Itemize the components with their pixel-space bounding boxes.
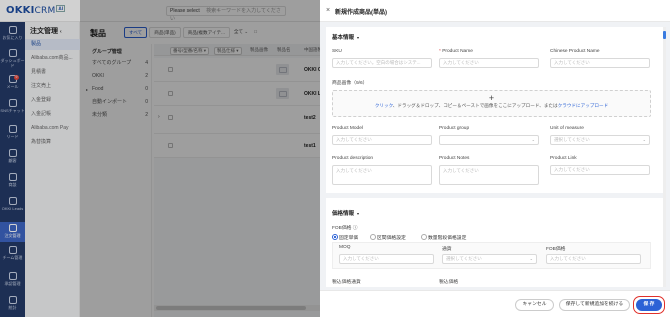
scrollbar-thumb[interactable]	[663, 31, 666, 39]
currency-select[interactable]: 選択してください ⌄	[442, 254, 537, 264]
description-textarea[interactable]: 入力してください	[332, 165, 432, 185]
section-price-info[interactable]: 価格情報 ▾	[332, 209, 359, 217]
link-label: Product Link	[550, 156, 577, 161]
radio-tiered-price[interactable]: 数量階段価格設定	[421, 234, 466, 241]
fob-value-input[interactable]: 入力してください	[546, 254, 641, 264]
drawer-footer: キャンセル 保存して新規追加を続ける 保 存	[320, 290, 670, 317]
chinese-name-label: Chinese Product Name	[550, 49, 600, 54]
plus-icon: +	[488, 93, 495, 103]
chevron-down-icon: ⌄	[529, 256, 533, 261]
fob-price-label: FOB価格 ⓘ	[332, 226, 358, 231]
fob-value-label: FOB価格	[546, 247, 566, 252]
unit-label: Unit of measure	[550, 126, 584, 131]
product-name-input[interactable]: 入力してください	[439, 58, 539, 68]
notes-label: Product Notes	[439, 156, 470, 161]
cloud-upload-link[interactable]: クラウドにアップロード	[558, 103, 609, 108]
new-product-drawer: × 新規作成商品(単品) 基本情報 ▾ SKU 入力してください。空白の場合はシス…	[320, 0, 670, 317]
save-button-highlight	[633, 296, 665, 314]
link-input[interactable]: 入力してください	[550, 165, 650, 175]
moq-input[interactable]: 入力してください	[339, 254, 434, 264]
chinese-name-input[interactable]: 入力してください	[550, 58, 650, 68]
group-label: Product group	[439, 126, 470, 131]
drawer-header: × 新規作成商品(単品)	[320, 0, 670, 22]
radio-fixed-price[interactable]: 固定単価	[332, 234, 358, 241]
group-select[interactable]: ⌄	[439, 135, 539, 145]
section-divider	[326, 193, 664, 198]
sku-label: SKU	[332, 49, 342, 54]
unit-select[interactable]: 選択してください ⌄	[550, 135, 650, 145]
chevron-down-icon: ⌄	[642, 137, 646, 142]
drawer-body: 基本情報 ▾ SKU 入力してください。空白の場合はシステ... * Produc…	[326, 27, 664, 287]
currency-label: 通貨	[442, 247, 452, 252]
description-label: Product description	[332, 156, 374, 161]
upload-click-link[interactable]: クリック	[375, 103, 393, 108]
dim-overlay-nav[interactable]	[0, 0, 80, 317]
chevron-down-icon: ▾	[357, 35, 360, 40]
dim-overlay[interactable]	[80, 0, 320, 317]
image-upload-dropzone[interactable]: + クリック、ドラッグ＆ドロップ、コピー＆ペーストで画像をここにアップロード、ま…	[332, 90, 651, 117]
radio-range-price[interactable]: 区間価格設定	[370, 234, 406, 241]
model-label: Product Model	[332, 126, 363, 131]
chevron-down-icon: ⌄	[531, 137, 535, 142]
section-basic-info[interactable]: 基本情報 ▾	[332, 33, 359, 41]
cancel-button[interactable]: キャンセル	[515, 299, 554, 311]
save-and-continue-button[interactable]: 保存して新規追加を続ける	[559, 299, 630, 311]
chevron-down-icon: ▾	[357, 211, 360, 216]
close-icon[interactable]: ×	[326, 7, 330, 14]
tax-currency-label: 税込価格通貨	[332, 280, 361, 285]
product-name-label: * Product Name	[439, 49, 473, 54]
drawer-title: 新規作成商品(単品)	[335, 10, 387, 16]
sku-input[interactable]: 入力してください。空白の場合はシステ...	[332, 58, 432, 68]
moq-label: MOQ	[339, 245, 351, 250]
product-image-label: 商品画像（9/6）	[332, 81, 368, 86]
model-input[interactable]: 入力してください	[332, 135, 432, 145]
tax-price-label: 税込価格	[439, 280, 459, 285]
drawer-scrollbar[interactable]	[663, 27, 666, 287]
notes-textarea[interactable]: 入力してください	[439, 165, 539, 185]
